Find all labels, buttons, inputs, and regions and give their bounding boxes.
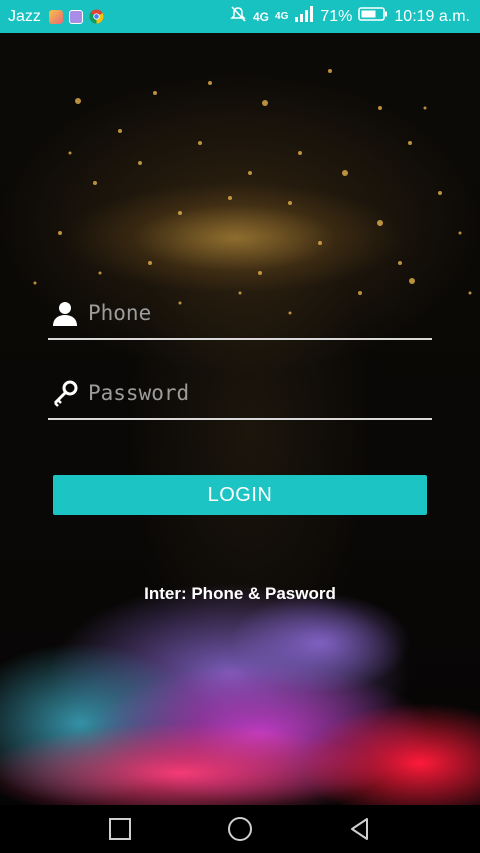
mute-icon <box>229 5 247 28</box>
home-circle-icon[interactable] <box>220 809 260 849</box>
user-icon <box>50 298 80 328</box>
login-hint-text: Inter: Phone & Pasword <box>144 584 336 603</box>
navigation-bar <box>0 805 480 853</box>
photos-icon <box>48 9 63 24</box>
password-field <box>48 368 432 420</box>
status-bar: Jazz 4G 4G 71% 10:19 a.m. <box>0 0 480 33</box>
key-icon <box>50 378 80 408</box>
network-label: 4G <box>253 9 270 24</box>
carrier-label: Jazz <box>8 7 41 25</box>
battery-percent: 71% <box>320 7 353 25</box>
chrome-icon <box>89 9 104 24</box>
login-screen: Jazz 4G 4G 71% 10:19 a.m. Phone LOGIN In… <box>0 0 480 853</box>
battery-icon <box>358 6 388 27</box>
login-button[interactable]: LOGIN <box>53 475 427 515</box>
gallery-icon <box>68 9 83 24</box>
recents-square-icon[interactable] <box>100 809 140 849</box>
back-triangle-icon[interactable] <box>340 809 380 849</box>
network-label-2: 4G <box>275 10 289 22</box>
phone-field <box>48 288 432 340</box>
phone-input[interactable] <box>88 293 432 333</box>
password-input[interactable] <box>88 373 432 413</box>
clock: 10:19 a.m. <box>394 7 470 25</box>
signal-icon <box>294 6 314 27</box>
